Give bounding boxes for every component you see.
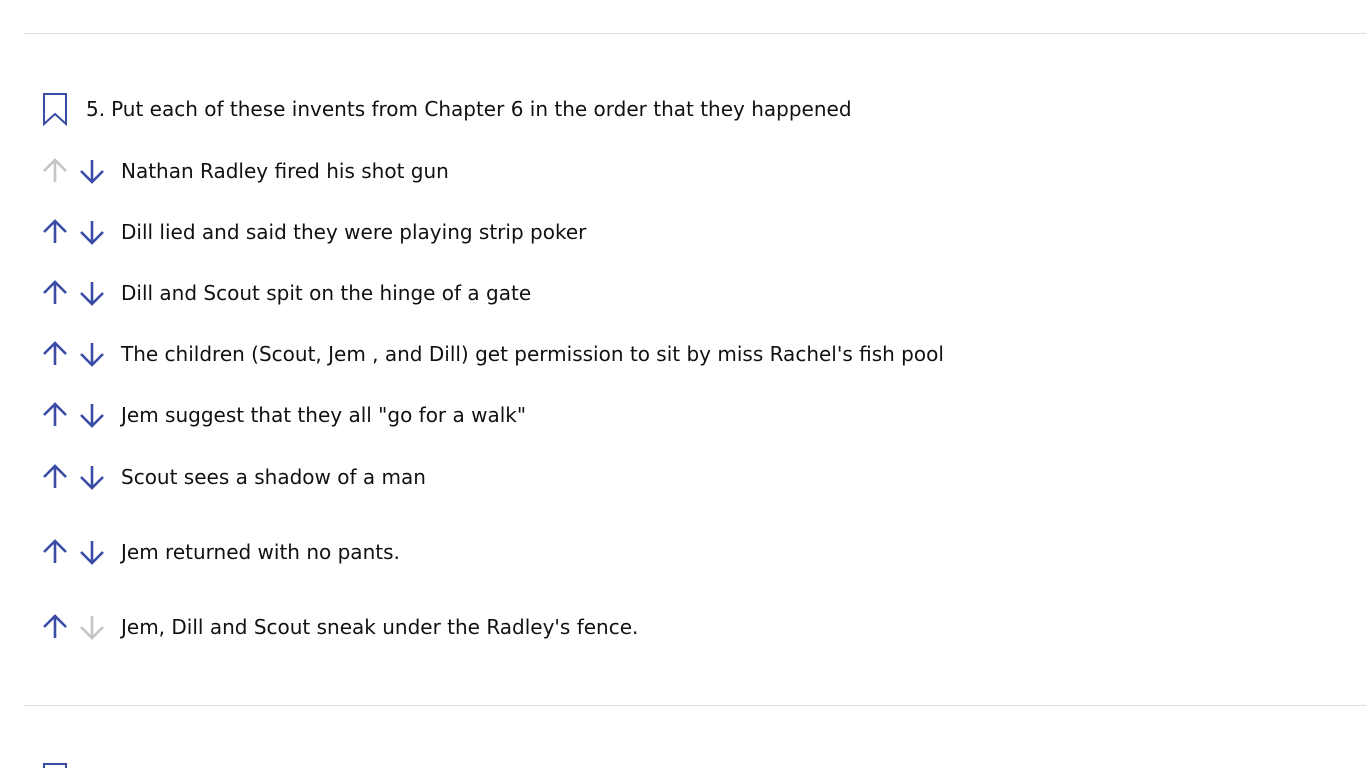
move-up-button[interactable] [40, 217, 70, 247]
top-divider [24, 33, 1366, 34]
arrow-up-icon [43, 219, 67, 243]
list-item: Scout sees a shadow of a man [40, 461, 426, 493]
question-text: Put each of these invents from Chapter 6… [111, 97, 852, 121]
bookmark-icon[interactable] [42, 92, 68, 127]
item-text: Nathan Radley fired his shot gun [121, 159, 449, 183]
move-down-button[interactable] [77, 400, 107, 430]
arrow-up-icon [43, 158, 67, 182]
arrow-up-icon [43, 539, 67, 563]
move-up-button[interactable] [40, 537, 70, 567]
item-text: Scout sees a shadow of a man [121, 465, 426, 489]
arrow-up-icon [43, 464, 67, 488]
arrow-down-icon [80, 160, 104, 184]
move-up-button[interactable] [40, 278, 70, 308]
question-number: 5. [86, 97, 106, 121]
arrow-up-icon [43, 614, 67, 638]
item-text: The children (Scout, Jem , and Dill) get… [121, 342, 944, 366]
arrow-up-icon [43, 402, 67, 426]
move-up-button[interactable] [40, 462, 70, 492]
list-item: The children (Scout, Jem , and Dill) get… [40, 338, 944, 370]
arrow-up-icon [43, 280, 67, 304]
arrow-down-icon [80, 343, 104, 367]
move-down-button[interactable] [77, 339, 107, 369]
list-item: Dill and Scout spit on the hinge of a ga… [40, 277, 531, 309]
move-up-button[interactable] [40, 339, 70, 369]
list-item: Nathan Radley fired his shot gun [40, 155, 449, 187]
item-text: Jem suggest that they all "go for a walk… [121, 403, 527, 427]
move-down-button[interactable] [77, 217, 107, 247]
move-up-button[interactable] [40, 400, 70, 430]
move-up-button[interactable] [40, 156, 70, 186]
arrow-down-icon [80, 541, 104, 565]
item-text: Jem, Dill and Scout sneak under the Radl… [121, 615, 639, 639]
item-text: Dill and Scout spit on the hinge of a ga… [121, 281, 532, 305]
arrow-down-icon [80, 221, 104, 245]
item-text: Jem returned with no pants. [121, 540, 400, 564]
move-down-button[interactable] [77, 462, 107, 492]
bottom-divider [24, 705, 1366, 706]
move-down-button[interactable] [77, 612, 107, 642]
list-item: Jem returned with no pants. [40, 536, 400, 568]
list-item: Jem suggest that they all "go for a walk… [40, 399, 526, 431]
arrow-down-icon [80, 466, 104, 490]
move-up-button[interactable] [40, 612, 70, 642]
move-down-button[interactable] [77, 156, 107, 186]
arrow-down-icon [80, 616, 104, 640]
arrow-up-icon [43, 341, 67, 365]
bookmark-icon[interactable] [42, 762, 68, 768]
list-item: Dill lied and said they were playing str… [40, 216, 586, 248]
list-item: Jem, Dill and Scout sneak under the Radl… [40, 611, 638, 643]
arrow-down-icon [80, 404, 104, 428]
question-header: 5. Put each of these invents from Chapte… [42, 92, 852, 127]
move-down-button[interactable] [77, 537, 107, 567]
move-down-button[interactable] [77, 278, 107, 308]
item-text: Dill lied and said they were playing str… [121, 220, 587, 244]
page: 5. Put each of these invents from Chapte… [0, 0, 1366, 768]
arrow-down-icon [80, 282, 104, 306]
